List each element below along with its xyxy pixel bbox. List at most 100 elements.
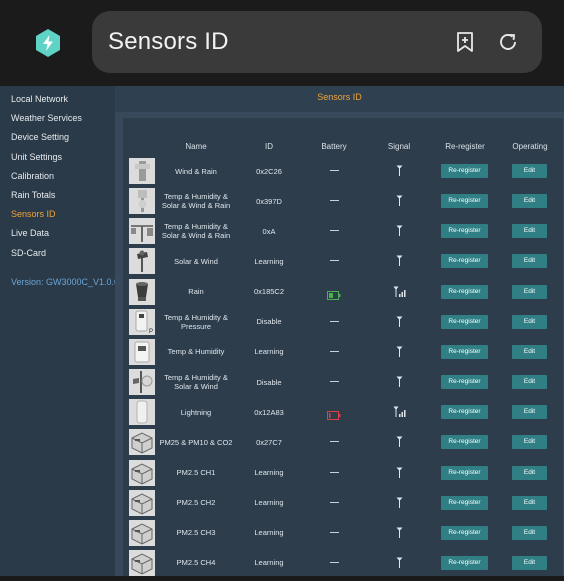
sensor-name: Temp & Humidity & Pressure [164,312,228,331]
sidebar-item-rain-totals[interactable]: Rain Totals [11,190,55,200]
table-row: Temp & Humidity & Solar & Wind & Rain 0x3… [123,186,563,216]
table-row: Solar & Wind Learning Re-register Edit [123,246,563,276]
sidebar-item-sensors-id[interactable]: Sensors ID [11,209,56,219]
sidebar-item-live-data[interactable]: Live Data [11,228,49,238]
reload-icon[interactable] [496,30,520,54]
edit-button[interactable]: Edit [512,405,547,420]
sensor-name: PM2.5 CH4 [176,558,216,568]
re-register-button[interactable]: Re-register [441,525,488,540]
sensor-id: 0x397D [256,196,282,206]
battery-none [330,561,339,563]
sensor-name: Temp & Humidity & Solar & Wind & Rain [161,192,231,211]
sensor-name: PM2.5 CH3 [176,528,216,538]
sensor-thumbnail [129,519,155,546]
table-row: P Temp & Humidity & Pressure Disable Re-reg… [123,307,563,337]
battery-none [330,200,339,202]
table-row: PM2.5 CH2 Learning Re-register Edit [123,488,563,518]
column-header-reregister: Re-register [445,142,485,151]
firmware-version: Version: GW3000C_V1.0.0 [11,277,120,287]
signal-antenna-icon [396,315,403,333]
signal-antenna-icon [396,194,403,212]
re-register-button[interactable]: Re-register [441,435,488,450]
re-register-button[interactable]: Re-register [441,555,488,570]
table-row: PM2.5 CH4 Learning Re-register Edit [123,548,563,578]
sidebar-item-calibration[interactable]: Calibration [11,171,54,181]
sensor-thumbnail [129,549,155,576]
table-row: PM2.5 CH3 Learning Re-register Edit [123,518,563,548]
sensor-thumbnail [129,158,155,184]
sensor-thumbnail [129,188,155,215]
sensor-id: 0x27C7 [256,437,282,447]
sidebar-item-device-setting[interactable]: Device Setting [11,132,69,142]
sensor-name: Solar & Wind [174,256,218,266]
edit-button[interactable]: Edit [512,435,547,450]
signal-antenna-icon [396,254,403,272]
sidebar-item-local-network[interactable]: Local Network [11,94,68,104]
edit-button[interactable]: Edit [512,194,547,209]
sensor-name: Temp & Humidity [167,347,225,357]
re-register-button[interactable]: Re-register [441,194,488,209]
re-register-button[interactable]: Re-register [441,405,488,420]
edit-button[interactable]: Edit [512,284,547,299]
edit-button[interactable]: Edit [512,525,547,540]
battery-none [330,230,339,232]
edit-button[interactable]: Edit [512,254,547,269]
re-register-button[interactable]: Re-register [441,344,488,359]
signal-antenna-icon [396,466,403,484]
main-panel: Sensors ID Name ID Battery Signal Re-reg… [115,86,564,576]
sensor-name: Temp & Humidity & Solar & Wind [164,373,228,392]
sensor-thumbnail [129,338,155,365]
re-register-button[interactable]: Re-register [441,314,488,329]
browser-top-bar: Sensors ID [0,0,564,86]
sensor-thumbnail [129,399,155,426]
re-register-button[interactable]: Re-register [441,254,488,269]
add-bookmark-icon[interactable] [453,30,477,54]
edit-button[interactable]: Edit [512,344,547,359]
sensor-id: 0x2C26 [256,166,282,176]
column-header-operating: Operating [512,142,548,151]
sensor-id: Learning [254,498,284,508]
re-register-button[interactable]: Re-register [441,375,488,390]
edit-button[interactable]: Edit [512,465,547,480]
sensor-id: Disable [256,317,282,327]
re-register-button[interactable]: Re-register [441,224,488,239]
signal-antenna-icon [396,345,403,363]
sensor-name: Temp & Humidity & Solar & Wind & Rain [161,222,231,241]
svg-text:P: P [149,329,153,335]
re-register-button[interactable]: Re-register [441,164,488,178]
battery-none [330,350,339,352]
sensor-id: Learning [254,347,284,357]
sidebar-item-sd-card[interactable]: SD-Card [11,248,46,258]
battery-none [330,320,339,322]
edit-button[interactable]: Edit [512,314,547,329]
edit-button[interactable]: Edit [512,224,547,239]
sidebar-item-weather-services[interactable]: Weather Services [11,113,82,123]
page-title: Sensors ID [108,28,229,55]
signal-antenna-icon [396,164,403,182]
sensor-id: Disable [256,377,282,387]
re-register-button[interactable]: Re-register [441,284,488,299]
re-register-button[interactable]: Re-register [441,465,488,480]
sidebar-item-unit-settings[interactable]: Unit Settings [11,152,62,162]
battery-none [330,170,339,171]
sensor-id: Learning [254,528,284,538]
sensors-table: Name ID Battery Signal Re-register Opera… [123,118,563,576]
edit-button[interactable]: Edit [512,495,547,510]
table-row: PM2.5 CH1 Learning Re-register Edit [123,458,563,488]
address-bar[interactable]: Sensors ID [92,11,542,73]
edit-button[interactable]: Edit [512,555,547,570]
sidebar: Local Network Weather Services Device Se… [0,86,119,576]
sensor-thumbnail [129,489,155,516]
sensor-id: 0x12A83 [254,407,284,417]
edit-button[interactable]: Edit [512,164,547,178]
table-row: Wind & Rain 0x2C26 Re-register Edit [123,156,563,186]
edit-button[interactable]: Edit [512,375,547,390]
table-row: Temp & Humidity Learning Re-register Edit [123,337,563,367]
sensor-id: Learning [254,468,284,477]
battery-none [330,441,339,443]
sensor-thumbnail [129,248,155,275]
signal-antenna-icon [396,224,403,242]
sensor-name: PM2.5 CH2 [176,498,216,508]
sensor-id: 0x185C2 [253,287,285,297]
re-register-button[interactable]: Re-register [441,495,488,510]
